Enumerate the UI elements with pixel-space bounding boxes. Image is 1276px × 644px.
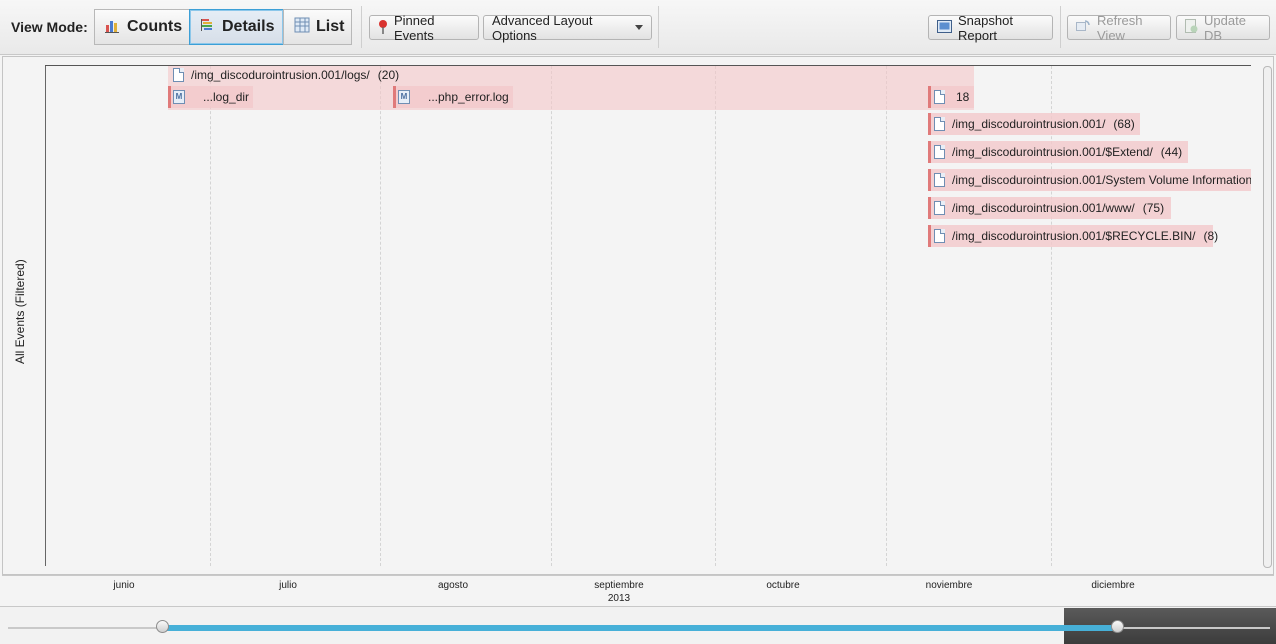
folder-document-icon bbox=[934, 117, 945, 131]
event-bar bbox=[928, 113, 931, 135]
pin-icon bbox=[378, 19, 388, 37]
event-bar bbox=[928, 86, 931, 108]
grid-line bbox=[551, 66, 552, 566]
grid-line bbox=[210, 66, 211, 566]
event-bar bbox=[393, 86, 396, 108]
update-db-label: Update DB bbox=[1204, 12, 1246, 43]
vertical-scrollbar[interactable] bbox=[1262, 60, 1272, 572]
event-cluster[interactable]: M ...php_error.log bbox=[393, 86, 513, 108]
event-label: ...php_error.log bbox=[428, 90, 509, 104]
toolbar-separator bbox=[1060, 6, 1061, 48]
refresh-view-label: Refresh View bbox=[1097, 12, 1143, 43]
event-label: /img_discodurointrusion.001/$Extend/ bbox=[952, 145, 1153, 159]
view-mode-list-button[interactable]: List bbox=[283, 9, 352, 45]
toolbar: View Mode: Counts Details List Pinned Ev… bbox=[0, 0, 1276, 55]
event-bar bbox=[928, 141, 931, 163]
event-label: 18 bbox=[956, 90, 970, 104]
event-cluster[interactable]: 18 bbox=[928, 86, 974, 108]
file-icon: M bbox=[173, 90, 185, 104]
month-label: septiembre bbox=[594, 580, 644, 591]
event-count: (68) bbox=[1113, 117, 1135, 131]
pinned-events-label: Pinned Events bbox=[394, 12, 435, 43]
month-label: octubre bbox=[766, 580, 800, 591]
month-label: julio bbox=[279, 580, 297, 591]
date-axis: junio julio agosto septiembre octubre no… bbox=[2, 575, 1274, 606]
scrollbar-thumb[interactable] bbox=[1263, 66, 1272, 568]
details-label: Details bbox=[222, 18, 275, 35]
event-label: /img_discodurointrusion.001/ bbox=[952, 117, 1106, 131]
advanced-layout-label: Advanced Layout Options bbox=[492, 12, 593, 43]
event-cluster[interactable]: /img_discodurointrusion.001/www/ (75) bbox=[928, 197, 1171, 219]
refresh-icon bbox=[1076, 19, 1091, 36]
month-label: agosto bbox=[437, 580, 469, 591]
event-bar bbox=[168, 86, 171, 108]
year-label: 2013 bbox=[607, 593, 631, 604]
plot-left-border bbox=[45, 65, 46, 566]
event-count: (8) bbox=[1203, 229, 1219, 243]
event-count: (75) bbox=[1142, 201, 1165, 215]
snapshot-report-label: Snapshot Report bbox=[958, 12, 1013, 43]
month-label: junio bbox=[113, 580, 135, 591]
month-label: diciembre bbox=[1091, 580, 1135, 591]
event-count: (20) bbox=[377, 68, 400, 82]
update-db-icon bbox=[1185, 19, 1198, 36]
event-cluster[interactable]: /img_discodurointrusion.001/$RECYCLE.BIN… bbox=[928, 225, 1218, 247]
event-cluster[interactable]: /img_discodurointrusion.001/logs/ (20) bbox=[168, 64, 974, 86]
event-label: /img_discodurointrusion.001/$RECYCLE.BIN… bbox=[952, 229, 1196, 243]
advanced-layout-options-dropdown[interactable]: Advanced Layout Options bbox=[483, 12, 652, 43]
event-label: /img_discodurointrusion.001/www/ bbox=[952, 201, 1135, 215]
event-bar bbox=[928, 169, 931, 191]
range-end-handle[interactable] bbox=[1111, 620, 1124, 633]
file-icon: M bbox=[398, 90, 410, 104]
toolbar-separator bbox=[361, 6, 362, 48]
event-cluster[interactable]: /img_discodurointrusion.001/System Volum… bbox=[928, 169, 1251, 191]
snapshot-report-button[interactable]: Snapshot Report bbox=[928, 12, 1053, 43]
grid-line bbox=[886, 66, 887, 566]
refresh-view-button[interactable]: Refresh View bbox=[1067, 12, 1171, 43]
folder-document-icon bbox=[934, 201, 945, 215]
folder-document-icon bbox=[934, 173, 945, 187]
grid-line bbox=[380, 66, 381, 566]
month-label: noviembre bbox=[925, 580, 973, 591]
event-count: (44) bbox=[1160, 145, 1183, 159]
toolbar-separator bbox=[658, 6, 659, 48]
event-cluster[interactable]: /img_discodurointrusion.001/ (68) bbox=[928, 113, 1140, 135]
event-label: ...log_dir bbox=[203, 90, 250, 104]
details-icon bbox=[200, 17, 216, 38]
vertical-axis-label: All Events (Filtered) bbox=[13, 259, 27, 364]
view-mode-details-button[interactable]: Details bbox=[189, 9, 284, 45]
slider-selected-range[interactable] bbox=[163, 625, 1118, 631]
chevron-down-icon bbox=[635, 25, 643, 30]
event-label: /img_discodurointrusion.001/logs/ bbox=[191, 68, 370, 82]
event-label: /img_discodurointrusion.001/System Volum… bbox=[952, 173, 1251, 187]
event-cluster[interactable]: M ...log_dir bbox=[168, 86, 253, 108]
counts-label: Counts bbox=[127, 18, 183, 35]
update-db-button[interactable]: Update DB bbox=[1176, 12, 1270, 43]
folder-document-icon bbox=[934, 229, 945, 243]
folder-document-icon bbox=[934, 145, 945, 159]
grid-line bbox=[715, 66, 716, 566]
list-label: List bbox=[316, 18, 345, 35]
folder-document-icon bbox=[173, 68, 184, 82]
event-cluster[interactable]: /img_discodurointrusion.001/$Extend/ (44… bbox=[928, 141, 1188, 163]
table-icon bbox=[294, 17, 310, 38]
view-mode-label: View Mode: bbox=[11, 19, 88, 35]
range-start-handle[interactable] bbox=[156, 620, 169, 633]
view-mode-counts-button[interactable]: Counts bbox=[94, 9, 190, 45]
event-bar bbox=[928, 197, 931, 219]
folder-document-icon bbox=[934, 90, 945, 104]
pinned-events-button[interactable]: Pinned Events bbox=[369, 12, 479, 43]
snapshot-icon bbox=[937, 19, 952, 36]
bar-chart-icon bbox=[105, 17, 121, 38]
time-range-slider[interactable] bbox=[0, 606, 1276, 644]
event-bar bbox=[928, 225, 931, 247]
